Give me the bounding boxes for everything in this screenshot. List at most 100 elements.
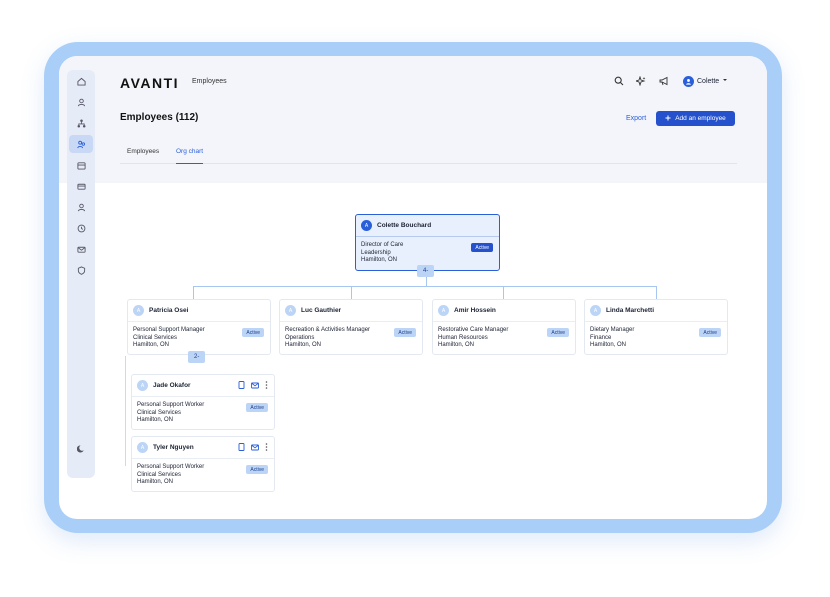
employee-location: Hamilton, ON — [285, 342, 322, 348]
employee-location: Hamilton, ON — [137, 479, 174, 485]
org-icon[interactable] — [67, 114, 95, 132]
employee-title: Dietary Manager — [590, 327, 635, 333]
employee-info: Dietary Manager Finance Hamilton, ON — [590, 327, 634, 350]
employee-title: Personal Support Worker — [137, 464, 205, 470]
search-icon[interactable] — [613, 75, 625, 87]
org-card[interactable]: A Patricia Osei Personal Support Manager… — [127, 299, 271, 355]
moon-icon[interactable] — [67, 439, 95, 457]
avatar — [683, 75, 694, 87]
org-card[interactable]: A Amir Hossein Restorative Care Manager … — [432, 299, 576, 355]
card-actions — [238, 381, 268, 389]
more-options-icon[interactable] — [265, 381, 268, 389]
employee-name[interactable]: Jade Okafor — [153, 382, 191, 389]
status-badge: Active — [394, 328, 416, 337]
app-screen: AVANTI Employees Colette Employees (112)… — [59, 56, 767, 519]
more-options-icon[interactable] — [265, 443, 268, 451]
user-icon[interactable] — [67, 198, 95, 216]
avatar: A — [137, 380, 148, 391]
connector-line — [193, 286, 657, 287]
employee-name[interactable]: Tyler Nguyen — [153, 444, 194, 451]
employee-info: Restorative Care Manager Human Resources… — [438, 327, 508, 350]
mail-icon[interactable] — [251, 382, 259, 389]
employee-name[interactable]: Linda Marchetti — [606, 307, 654, 314]
employee-info: Personal Support Worker Clinical Service… — [137, 402, 204, 425]
tab-bar: Employees Org chart — [120, 142, 737, 164]
employee-title: Director of Care — [361, 242, 404, 248]
calendar-icon[interactable] — [67, 156, 95, 174]
employee-title: Recreation & Activities Manager — [285, 327, 371, 333]
shield-icon[interactable] — [67, 261, 95, 279]
card-header: A Amir Hossein — [433, 300, 575, 322]
avatar: A — [438, 305, 449, 316]
user-menu[interactable]: Colette — [683, 74, 728, 88]
phone-icon[interactable] — [238, 443, 245, 451]
status-badge: Active — [246, 403, 268, 412]
card-header: A Colette Bouchard — [356, 215, 499, 237]
tab-org-chart[interactable]: Org chart — [176, 148, 204, 164]
phone-icon[interactable] — [238, 381, 245, 389]
card-header: A Linda Marchetti — [585, 300, 727, 322]
avatar: A — [361, 220, 372, 231]
org-card-root[interactable]: A Colette Bouchard Director of Care Lead… — [355, 214, 500, 271]
add-employee-label: Add an employee — [675, 115, 726, 122]
org-card[interactable]: A Tyler Nguyen Personal Support Worker C… — [131, 436, 275, 492]
status-badge: Active — [699, 328, 721, 337]
export-button[interactable]: Export — [626, 115, 646, 122]
employee-info: Recreation & Activities Manager Operatio… — [285, 327, 370, 350]
employee-name[interactable]: Colette Bouchard — [377, 222, 431, 229]
employee-title: Restorative Care Manager — [438, 327, 509, 333]
card-icon[interactable] — [67, 177, 95, 195]
employee-dept: Clinical Services — [137, 409, 182, 416]
person-icon[interactable] — [67, 93, 95, 111]
employee-name[interactable]: Luc Gauthier — [301, 307, 341, 314]
avatar: A — [133, 305, 144, 316]
tab-employees[interactable]: Employees — [127, 148, 159, 164]
clock-icon[interactable] — [67, 219, 95, 237]
avatar: A — [590, 305, 601, 316]
card-header: A Patricia Osei — [128, 300, 270, 322]
sparkle-icon[interactable] — [635, 75, 647, 87]
breadcrumb[interactable]: Employees — [192, 78, 227, 85]
avatar: A — [285, 305, 296, 316]
employee-info: Director of Care Leadership Hamilton, ON — [361, 242, 403, 265]
employee-location: Hamilton, ON — [137, 417, 174, 423]
plus-icon — [665, 115, 671, 123]
status-badge: Active — [246, 465, 268, 474]
employee-location: Hamilton, ON — [133, 342, 170, 348]
expand-reports-button[interactable]: 4- — [417, 265, 435, 277]
employee-location: Hamilton, ON — [590, 342, 627, 348]
status-badge: Active — [471, 243, 493, 252]
chevron-down-icon — [722, 77, 728, 85]
sidebar — [67, 70, 95, 478]
employee-location: Hamilton, ON — [361, 257, 398, 263]
employee-name[interactable]: Amir Hossein — [454, 307, 496, 314]
employee-title: Personal Support Worker — [137, 402, 205, 408]
connector-line — [503, 286, 504, 300]
employee-dept: Clinical Services — [137, 471, 182, 478]
employee-info: Personal Support Worker Clinical Service… — [137, 464, 204, 487]
employee-title: Personal Support Manager — [133, 327, 205, 333]
employee-dept: Operations — [285, 334, 315, 341]
employee-name[interactable]: Patricia Osei — [149, 307, 188, 314]
card-header: A Luc Gauthier — [280, 300, 422, 322]
employee-location: Hamilton, ON — [438, 342, 475, 348]
org-card[interactable]: A Jade Okafor Personal Support Worker Cl… — [131, 374, 275, 430]
connector-line — [351, 286, 352, 300]
add-employee-button[interactable]: Add an employee — [656, 111, 735, 126]
mail-icon[interactable] — [67, 240, 95, 258]
org-card[interactable]: A Luc Gauthier Recreation & Activities M… — [279, 299, 423, 355]
status-badge: Active — [242, 328, 264, 337]
avatar: A — [137, 442, 148, 453]
employee-dept: Leadership — [361, 249, 391, 256]
user-name: Colette — [697, 77, 720, 85]
org-card[interactable]: A Linda Marchetti Dietary Manager Financ… — [584, 299, 728, 355]
employee-info: Personal Support Manager Clinical Servic… — [133, 327, 205, 350]
expand-reports-button[interactable]: 2- — [188, 351, 206, 363]
mail-icon[interactable] — [251, 444, 259, 451]
team-icon[interactable] — [69, 135, 93, 153]
connector-line — [656, 286, 657, 300]
status-badge: Active — [547, 328, 569, 337]
megaphone-icon[interactable] — [658, 75, 670, 87]
app-logo[interactable]: AVANTI — [120, 75, 179, 91]
home-icon[interactable] — [67, 72, 95, 90]
